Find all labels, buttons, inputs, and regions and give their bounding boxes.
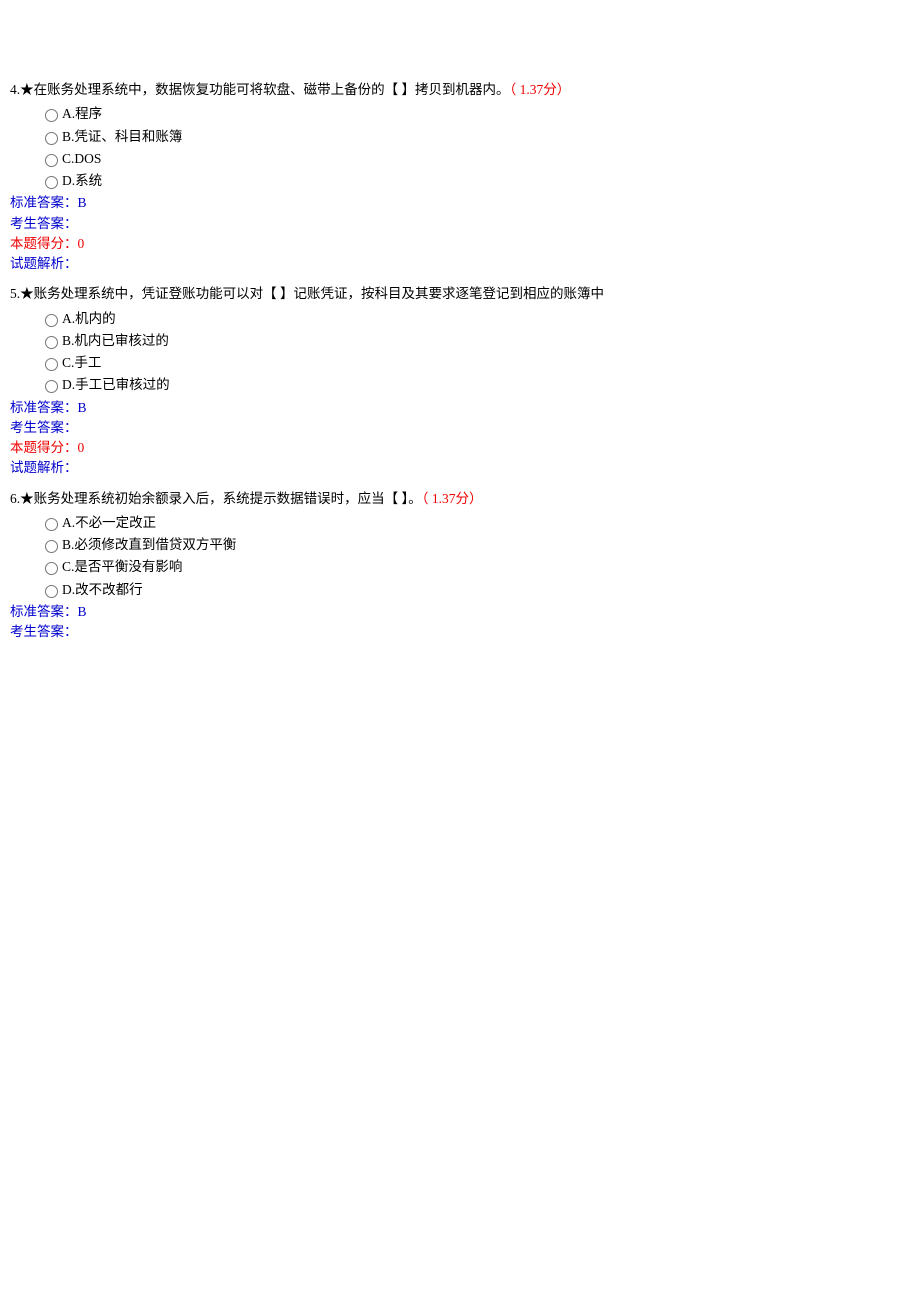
score-label: 本题得分：: [10, 236, 78, 251]
score-label: 本题得分：: [10, 440, 78, 455]
question-6-number: 6.: [10, 491, 20, 506]
question-4-stem: 4.★在账务处理系统中，数据恢复功能可将软盘、磁带上备份的【 】拷贝到机器内。（…: [10, 80, 910, 100]
question-4-standard-answer: 标准答案：B: [10, 193, 910, 213]
option-6d-label: D.改不改都行: [62, 580, 143, 600]
question-6: 6.★账务处理系统初始余额录入后，系统提示数据错误时，应当【 】。（ 1.37分…: [10, 489, 910, 643]
option-4c-label: C.DOS: [62, 149, 101, 169]
option-6c[interactable]: C.是否平衡没有影响: [40, 557, 910, 577]
radio-5c[interactable]: [45, 358, 58, 371]
standard-answer-label: 标准答案：: [10, 195, 78, 210]
question-6-standard-answer: 标准答案：B: [10, 602, 910, 622]
option-4d[interactable]: D.系统: [40, 171, 910, 191]
score-value: 0: [78, 236, 85, 251]
radio-5d[interactable]: [45, 380, 58, 393]
question-5-score: 本题得分：0: [10, 438, 910, 458]
radio-5b[interactable]: [45, 336, 58, 349]
question-5-user-answer: 考生答案：: [10, 418, 910, 438]
standard-answer-value: B: [78, 195, 87, 210]
option-5c[interactable]: C.手工: [40, 353, 910, 373]
radio-5a[interactable]: [45, 314, 58, 327]
question-5-analysis: 试题解析：: [10, 458, 910, 478]
star-icon: ★: [20, 491, 34, 506]
question-6-text: 账务处理系统初始余额录入后，系统提示数据错误时，应当【 】。: [34, 491, 422, 506]
option-5d-label: D.手工已审核过的: [62, 375, 170, 395]
option-5c-label: C.手工: [62, 353, 101, 373]
option-4c[interactable]: C.DOS: [40, 149, 910, 169]
question-4-analysis: 试题解析：: [10, 254, 910, 274]
radio-4d[interactable]: [45, 176, 58, 189]
standard-answer-value: B: [78, 604, 87, 619]
question-4-points: （ 1.37分）: [510, 82, 571, 97]
question-4: 4.★在账务处理系统中，数据恢复功能可将软盘、磁带上备份的【 】拷贝到机器内。（…: [10, 80, 910, 274]
option-4a[interactable]: A.程序: [40, 104, 910, 124]
question-5-number: 5.: [10, 286, 20, 301]
option-6d[interactable]: D.改不改都行: [40, 580, 910, 600]
standard-answer-label: 标准答案：: [10, 604, 78, 619]
option-6a-label: A.不必一定改正: [62, 513, 156, 533]
option-5a[interactable]: A.机内的: [40, 309, 910, 329]
question-6-stem: 6.★账务处理系统初始余额录入后，系统提示数据错误时，应当【 】。（ 1.37分…: [10, 489, 910, 509]
question-5-text: 账务处理系统中，凭证登账功能可以对【 】记账凭证，按科目及其要求逐笔登记到相应的…: [34, 286, 604, 301]
question-6-options: A.不必一定改正 B.必须修改直到借贷双方平衡 C.是否平衡没有影响 D.改不改…: [10, 513, 910, 600]
option-6b-label: B.必须修改直到借贷双方平衡: [62, 535, 236, 555]
question-4-number: 4.: [10, 82, 20, 97]
question-5-options: A.机内的 B.机内已审核过的 C.手工 D.手工已审核过的: [10, 309, 910, 396]
option-4b[interactable]: B.凭证、科目和账簿: [40, 127, 910, 147]
radio-4a[interactable]: [45, 109, 58, 122]
option-5a-label: A.机内的: [62, 309, 116, 329]
question-5-standard-answer: 标准答案：B: [10, 398, 910, 418]
radio-6b[interactable]: [45, 540, 58, 553]
standard-answer-value: B: [78, 400, 87, 415]
question-4-score: 本题得分：0: [10, 234, 910, 254]
star-icon: ★: [20, 82, 34, 97]
radio-6a[interactable]: [45, 518, 58, 531]
radio-4c[interactable]: [45, 154, 58, 167]
option-6a[interactable]: A.不必一定改正: [40, 513, 910, 533]
radio-6d[interactable]: [45, 585, 58, 598]
option-4b-label: B.凭证、科目和账簿: [62, 127, 182, 147]
star-icon: ★: [20, 286, 34, 301]
radio-6c[interactable]: [45, 562, 58, 575]
question-4-text: 在账务处理系统中，数据恢复功能可将软盘、磁带上备份的【 】拷贝到机器内。: [34, 82, 510, 97]
option-4a-label: A.程序: [62, 104, 102, 124]
question-5: 5.★账务处理系统中，凭证登账功能可以对【 】记账凭证，按科目及其要求逐笔登记到…: [10, 284, 910, 478]
score-value: 0: [78, 440, 85, 455]
option-5d[interactable]: D.手工已审核过的: [40, 375, 910, 395]
option-4d-label: D.系统: [62, 171, 102, 191]
option-5b[interactable]: B.机内已审核过的: [40, 331, 910, 351]
option-5b-label: B.机内已审核过的: [62, 331, 169, 351]
question-4-user-answer: 考生答案：: [10, 214, 910, 234]
question-5-stem: 5.★账务处理系统中，凭证登账功能可以对【 】记账凭证，按科目及其要求逐笔登记到…: [10, 284, 910, 304]
radio-4b[interactable]: [45, 132, 58, 145]
question-6-user-answer: 考生答案：: [10, 622, 910, 642]
option-6b[interactable]: B.必须修改直到借贷双方平衡: [40, 535, 910, 555]
question-4-options: A.程序 B.凭证、科目和账簿 C.DOS D.系统: [10, 104, 910, 191]
question-6-points: （ 1.37分）: [422, 491, 483, 506]
option-6c-label: C.是否平衡没有影响: [62, 557, 182, 577]
standard-answer-label: 标准答案：: [10, 400, 78, 415]
